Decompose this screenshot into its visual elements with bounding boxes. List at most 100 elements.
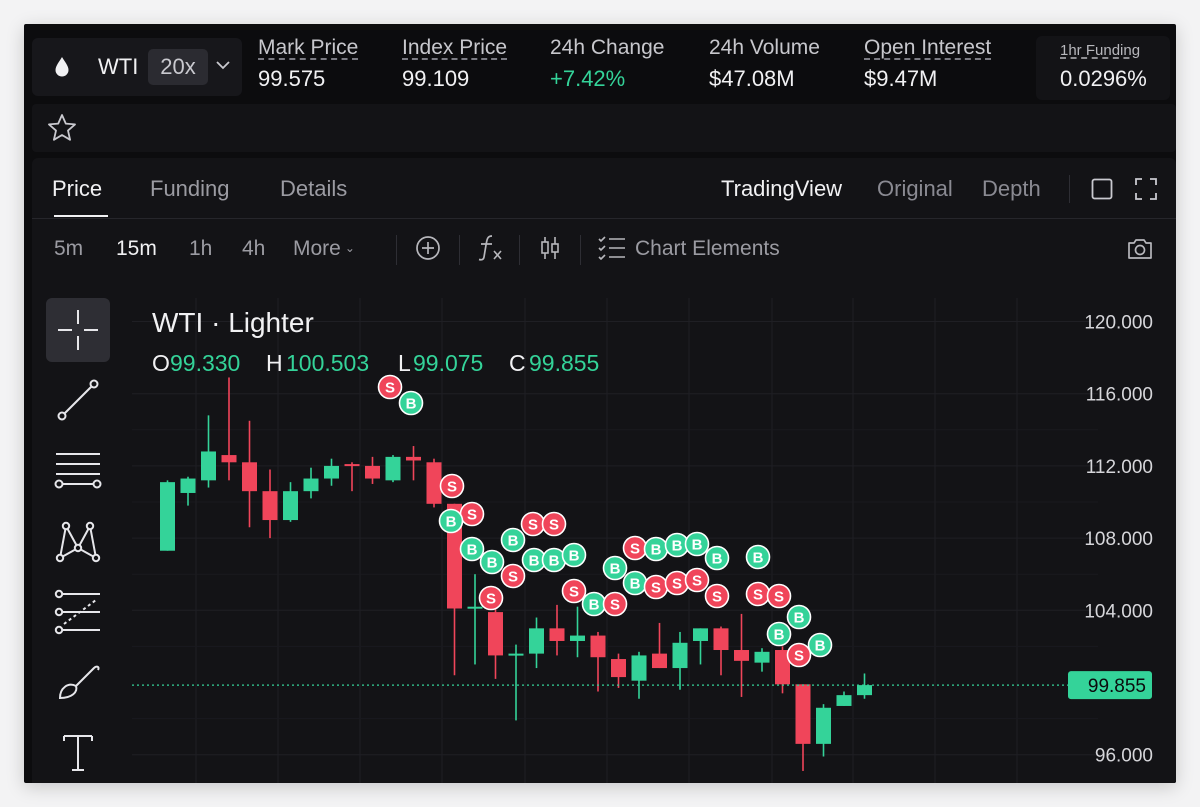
text-tool[interactable] [46,720,110,783]
timeframe-1h[interactable]: 1h [189,237,212,261]
candle-body [242,462,257,492]
marker-label: B [487,555,498,572]
stat-open-interest[interactable]: Open Interest $9.47M [864,36,991,92]
marker-label: B [508,533,519,550]
view-original[interactable]: Original [877,176,953,202]
buy-marker[interactable]: B [398,390,424,416]
sell-marker[interactable]: S [786,642,812,668]
buy-marker[interactable]: B [438,508,464,534]
chart-elements-icon[interactable] [598,236,626,260]
tab-price[interactable]: Price [52,176,102,202]
buy-marker[interactable]: B [459,536,485,562]
y-tick-label: 104.000 [1084,601,1153,622]
chart-elements-button[interactable]: Chart Elements [635,237,780,261]
sell-marker[interactable]: S [622,535,648,561]
marker-label: S [774,589,784,606]
buy-marker[interactable]: B [479,549,505,575]
price-chart[interactable]: WTI · Lighter O 99.330 H 100.503 L 99.07… [132,298,1176,783]
crosshair-tool[interactable] [46,298,110,362]
candle-body [488,612,503,656]
sell-marker[interactable]: S [439,473,465,499]
sell-marker[interactable]: S [766,583,792,609]
stat-value: $9.47M [864,66,938,91]
leverage-badge[interactable]: 20x [148,49,208,85]
view-tradingview[interactable]: TradingView [721,176,842,202]
timeframe-more[interactable]: More ⌄ [293,237,355,261]
candle-body [385,456,401,481]
sell-marker[interactable]: S [602,591,628,617]
sell-marker[interactable]: S [561,578,587,604]
buy-marker[interactable]: B [643,536,669,562]
buy-marker[interactable]: B [786,604,812,630]
divider [519,235,520,265]
buy-marker[interactable]: B [541,547,567,573]
buy-marker[interactable]: B [684,531,710,557]
marker-label: B [651,542,662,559]
marker-label: S [486,591,496,608]
buy-marker[interactable]: B [561,542,587,568]
timeframe-15m[interactable]: 15m [116,237,157,261]
buy-marker[interactable]: B [745,544,771,570]
candle-body [652,653,667,669]
candle-body [201,451,216,481]
brush-tool[interactable] [46,650,110,714]
ohlc-h-label: H [266,350,283,376]
candlestick-icon[interactable] [537,235,563,261]
stat-label: Index Price [402,36,508,59]
sell-marker[interactable]: S [704,583,730,609]
sell-marker[interactable]: S [745,581,771,607]
fib-retracement-tool[interactable] [46,440,110,504]
ohlc-o-value: 99.330 [170,350,240,376]
buy-marker[interactable]: B [622,570,648,596]
last-price-label: 99.855 [1088,676,1146,697]
stat-24h-change: 24h Change +7.42% [550,36,664,92]
sell-marker[interactable]: S [664,570,690,596]
plus-circle-icon[interactable] [415,235,441,261]
sell-marker[interactable]: S [377,374,403,400]
stat-label: Mark Price [258,36,359,59]
buy-marker[interactable]: B [766,621,792,647]
buy-marker[interactable]: B [807,632,833,658]
stat-index-price[interactable]: Index Price 99.109 [402,36,507,92]
marker-label: S [651,580,661,597]
chevron-down-icon[interactable] [216,60,230,70]
marker-label: B [529,553,540,570]
sell-marker[interactable]: S [643,574,669,600]
sell-marker[interactable]: S [459,501,485,527]
stat-mark-price[interactable]: Mark Price 99.575 [258,36,358,92]
buy-marker[interactable]: B [602,555,628,581]
timeframe-5m[interactable]: 5m [54,237,83,261]
trendline-tool[interactable] [46,368,110,432]
marker-label: B [815,638,826,655]
marker-label: S [712,589,722,606]
fullscreen-icon[interactable] [1134,177,1158,201]
pattern-tool[interactable] [46,510,110,574]
buy-marker[interactable]: B [500,527,526,553]
funding-label: 1hr Funding [1060,42,1141,59]
layout-square-icon[interactable] [1091,178,1113,200]
stat-value: 99.575 [258,66,326,91]
symbol-selector[interactable]: WTI 20x [32,38,242,96]
buy-marker[interactable]: B [581,591,607,617]
sell-marker[interactable]: S [520,511,546,537]
function-icon[interactable] [476,233,504,263]
forecast-tool[interactable] [46,580,110,644]
marker-label: S [672,576,682,593]
tab-funding[interactable]: Funding [150,176,230,202]
candle-body [570,635,585,641]
view-depth[interactable]: Depth [982,176,1041,202]
sell-marker[interactable]: S [684,567,710,593]
camera-icon[interactable] [1126,235,1154,261]
funding-rate[interactable]: 1hr Funding 0.0296% [1036,36,1170,100]
sell-marker[interactable]: S [478,585,504,611]
chart-title: WTI · Lighter [152,307,314,338]
sell-marker[interactable]: S [500,563,526,589]
sell-marker[interactable]: S [541,511,567,537]
marker-label: B [446,514,457,531]
candle-body [816,707,831,744]
tab-details[interactable]: Details [280,176,347,202]
star-icon[interactable] [46,112,78,144]
timeframe-4h[interactable]: 4h [242,237,265,261]
buy-marker[interactable]: B [704,545,730,571]
chart-panel: Price Funding Details TradingView Origin… [32,158,1176,783]
